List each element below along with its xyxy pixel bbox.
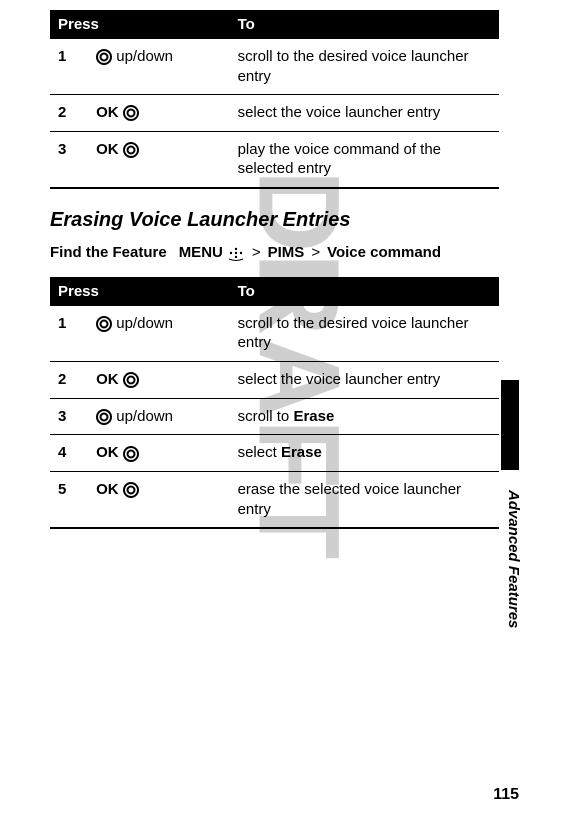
nav-circle-icon: [123, 103, 139, 123]
press-to-table-1: Press To 1 up/down scroll to the desired…: [50, 10, 499, 189]
separator: >: [252, 244, 261, 261]
to-cell: scroll to Erase: [230, 398, 499, 435]
nav-circle-icon: [96, 314, 112, 334]
press-cell: up/down: [88, 306, 230, 362]
press-label: up/down: [116, 48, 173, 65]
table-row: 4 OK select Erase: [50, 435, 499, 472]
table-row: 1 up/down scroll to the desired voice la…: [50, 39, 499, 95]
to-cell: select the voice launcher entry: [230, 95, 499, 132]
table-row: 3 up/down scroll to Erase: [50, 398, 499, 435]
press-cell: up/down: [88, 398, 230, 435]
breadcrumb: MENU > PIMS > Voice command: [179, 244, 441, 262]
press-cell: up/down: [88, 39, 230, 95]
press-label: up/down: [116, 408, 173, 425]
voice-command-label: Voice command: [327, 244, 441, 261]
row-number: 1: [50, 39, 88, 95]
table-row: 1 up/down scroll to the desired voice la…: [50, 306, 499, 362]
row-number: 4: [50, 435, 88, 472]
to-cell: erase the selected voice launcher entry: [230, 472, 499, 529]
nav-circle-icon: [96, 407, 112, 427]
row-number: 1: [50, 306, 88, 362]
separator: >: [311, 244, 320, 261]
to-cell: select the voice launcher entry: [230, 361, 499, 398]
nav-circle-icon: [123, 480, 139, 500]
nav-circle-icon: [123, 370, 139, 390]
to-cell: play the voice command of the selected e…: [230, 131, 499, 188]
nav-circle-icon: [123, 444, 139, 464]
table2-header-press: Press: [50, 277, 230, 306]
row-number: 2: [50, 361, 88, 398]
menu-label: MENU: [179, 244, 223, 261]
ok-label: OK: [96, 104, 119, 121]
press-cell: OK: [88, 131, 230, 188]
ok-label: OK: [96, 481, 119, 498]
press-cell: OK: [88, 95, 230, 132]
to-cell: scroll to the desired voice launcher ent…: [230, 306, 499, 362]
press-cell: OK: [88, 472, 230, 529]
press-label: up/down: [116, 315, 173, 332]
table1-header-press: Press: [50, 10, 230, 39]
row-number: 5: [50, 472, 88, 529]
ok-label: OK: [96, 371, 119, 388]
table2-header-to: To: [230, 277, 499, 306]
ok-label: OK: [96, 141, 119, 158]
find-feature-row: Find the Feature MENU > PIMS > Voice com…: [50, 244, 499, 262]
row-number: 3: [50, 398, 88, 435]
row-number: 2: [50, 95, 88, 132]
to-cell: select Erase: [230, 435, 499, 472]
page-number: 115: [493, 786, 519, 804]
to-cell: scroll to the desired voice launcher ent…: [230, 39, 499, 95]
ok-label: OK: [96, 444, 119, 461]
find-feature-label: Find the Feature: [50, 244, 167, 261]
table-row: 5 OK erase the selected voice launcher e…: [50, 472, 499, 529]
pims-label: PIMS: [268, 244, 305, 261]
press-to-table-2: Press To 1 up/down scroll to the desired…: [50, 277, 499, 529]
nav-circle-icon: [123, 140, 139, 160]
menu-dots-icon: [227, 244, 245, 262]
press-cell: OK: [88, 361, 230, 398]
nav-circle-icon: [96, 47, 112, 67]
table-row: 2 OK select the voice launcher entry: [50, 361, 499, 398]
row-number: 3: [50, 131, 88, 188]
table-row: 2 OK select the voice launcher entry: [50, 95, 499, 132]
table-row: 3 OK play the voice command of the selec…: [50, 131, 499, 188]
press-cell: OK: [88, 435, 230, 472]
table1-header-to: To: [230, 10, 499, 39]
section-title: Erasing Voice Launcher Entries: [50, 209, 499, 232]
